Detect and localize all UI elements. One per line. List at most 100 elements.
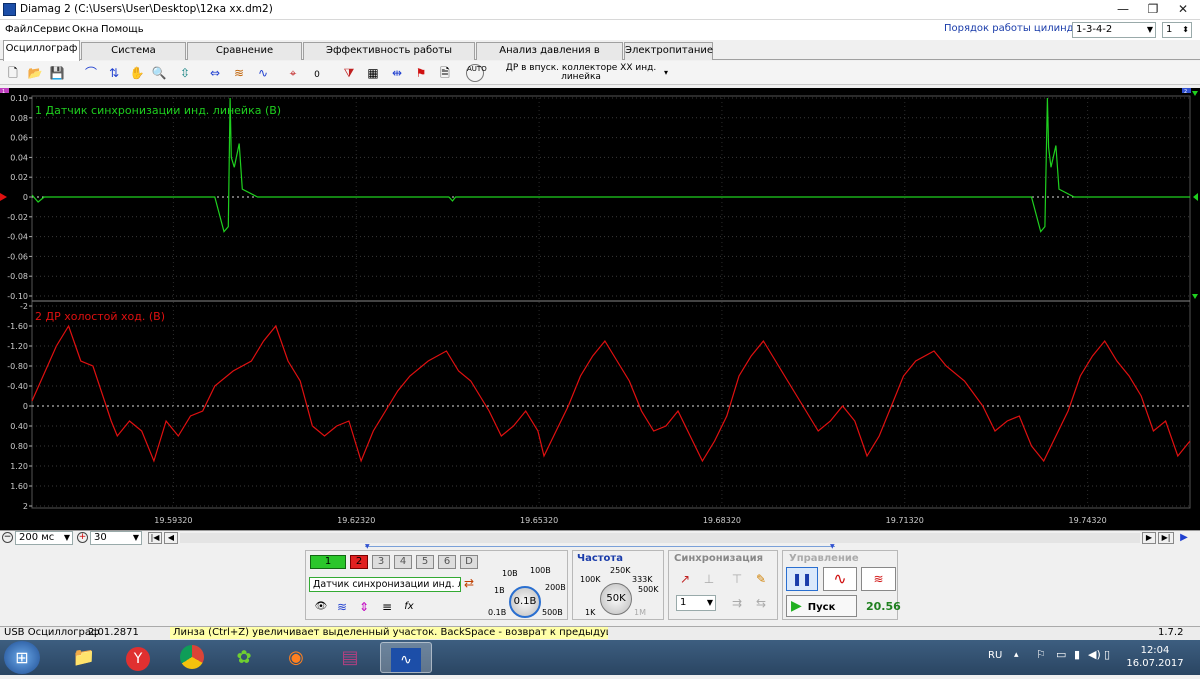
tab-oscilloscope[interactable]: Осциллограф (3, 40, 80, 61)
network-tray-icon[interactable]: ▮ (1074, 648, 1080, 661)
time-scrollbar[interactable] (180, 533, 1140, 543)
device-name: USB Осциллограф (4, 627, 100, 638)
single-sweep-icon[interactable]: ∿ (823, 567, 857, 591)
invert-icon[interactable]: ⇕ (355, 598, 373, 616)
cursor-marker-icon[interactable]: ⇅ (105, 64, 123, 82)
zoom-out-icon[interactable]: − (2, 532, 13, 543)
fit-vertical-icon[interactable]: ⇳ (176, 64, 194, 82)
time-tick-label: 19.65320 (520, 516, 558, 525)
winrar-icon[interactable]: ▤ (324, 642, 376, 673)
continuous-sweep-icon[interactable]: ≋ (861, 567, 896, 591)
channel-settings-icon[interactable]: ⇄ (464, 576, 480, 592)
channel-5-button[interactable]: 5 (416, 555, 434, 569)
channel-d-button[interactable]: D (460, 555, 478, 569)
sync-center-icon[interactable]: ⇆ (752, 594, 770, 612)
firefox-icon[interactable]: ◉ (270, 642, 322, 673)
splitter-right-arrow-icon[interactable]: ▼ (830, 543, 835, 550)
flag-icon[interactable]: ⚑ (412, 64, 430, 82)
tab-pressure-analysis[interactable]: Анализ давления в цилиндре (476, 42, 623, 72)
channel-6-button[interactable]: 6 (438, 555, 456, 569)
menu-service[interactable]: Сервис (33, 24, 70, 35)
flag-tray-icon[interactable]: ⚐ (1036, 648, 1046, 661)
document-icon[interactable]: 🗎 (436, 64, 454, 82)
fit-horizontal-icon[interactable]: ⇔ (206, 64, 224, 82)
grid-icon[interactable]: ▦ (364, 64, 382, 82)
maximize-button[interactable]: ❐ (1138, 0, 1168, 20)
sync-shift-icon[interactable]: ⇉ (728, 594, 746, 612)
zoom-level-select[interactable]: 30 ▼ (90, 531, 142, 545)
sync-auto-icon[interactable]: ✎ (752, 570, 770, 588)
tab-cylinder-efficiency[interactable]: Эффективность работы цилиндров (303, 42, 475, 72)
time-per-div-select[interactable]: 200 мс ▼ (15, 531, 73, 545)
language-indicator[interactable]: RU (988, 650, 1002, 661)
new-file-icon[interactable]: 🗋 (4, 64, 22, 82)
splitter-left-arrow-icon[interactable]: ▼ (365, 543, 370, 550)
channel-name-input[interactable]: Датчик синхронизации инд. ли... (309, 577, 461, 592)
split-icon[interactable]: ⇹ (388, 64, 406, 82)
channel-2-button[interactable]: 2 (350, 555, 368, 569)
cylinder-order-select[interactable]: 1-3-4-2 ▼ (1072, 22, 1156, 38)
close-button[interactable]: ✕ (1168, 0, 1198, 20)
function-icon[interactable]: fx (400, 598, 418, 616)
tab-cylinder-compare[interactable]: Сравнение цилиндров (187, 42, 302, 72)
cylinder-count-stepper[interactable]: 1 ⬍ (1162, 22, 1192, 38)
tab-power[interactable]: Электропитание (624, 42, 713, 60)
minimize-button[interactable]: — (1108, 0, 1138, 20)
filter-icon[interactable]: ⧩ (340, 64, 358, 82)
menu-file[interactable]: Файл (5, 24, 33, 35)
wave-icon[interactable]: ≋ (333, 598, 351, 616)
auto-label: AUTO (467, 65, 487, 73)
zoom-in-icon[interactable]: + (77, 532, 88, 543)
note-icon[interactable]: ⌖ (284, 64, 302, 82)
save-icon[interactable]: 💾 (48, 64, 66, 82)
scroll-right-button[interactable]: ▶ (1142, 532, 1156, 544)
voltage-label-01v: 0.1В (488, 608, 507, 617)
sync-level-down-icon[interactable]: ⊤ (728, 570, 746, 588)
volume-tray-icon[interactable]: ◀) (1088, 648, 1101, 661)
pause-button[interactable]: ❚❚ (786, 567, 818, 591)
zoom-icon[interactable]: 🔍 (150, 64, 168, 82)
channel-3-button[interactable]: 3 (372, 555, 390, 569)
sync-channel-select[interactable]: 1 ▼ (676, 595, 716, 611)
clock[interactable]: 12:04 16.07.2017 (1120, 644, 1190, 670)
tray-expand-icon[interactable]: ▴ (1014, 650, 1019, 660)
voltage-dial[interactable]: 0.1В (509, 586, 541, 618)
eye-icon[interactable]: 👁 (312, 598, 330, 616)
oscilloscope-display[interactable]: 0.10 0.08 0.06 0.04 0.02 0 -0.02 -0.04 -0.06 -0.0… (0, 88, 1200, 530)
scale-zero-icon[interactable]: 0 (308, 64, 326, 82)
voltage-dial-value: 0.1В (513, 596, 537, 607)
channel-4-button[interactable]: 4 (394, 555, 412, 569)
menu-windows[interactable]: Окна (72, 24, 99, 35)
wave-overlay-icon[interactable]: ≋ (230, 64, 248, 82)
battery-tray-icon[interactable]: ▯ (1104, 648, 1110, 661)
sync-level-up-icon[interactable]: ⊥ (700, 570, 718, 588)
tab-ignition[interactable]: Система зажигания (81, 42, 186, 72)
start-button[interactable]: ▶ Пуск (786, 595, 857, 617)
lines-icon[interactable]: ≡ (378, 598, 396, 616)
scroll-left-button[interactable]: ◀ (164, 532, 178, 544)
open-folder-icon[interactable]: 📂 (26, 64, 44, 82)
chrome-icon[interactable] (166, 642, 218, 673)
play-scroll-icon[interactable]: ▶ (1176, 532, 1192, 544)
channel-1-button[interactable]: 1 (310, 555, 346, 569)
auto-icon[interactable]: AUTO (466, 64, 487, 82)
preset-select[interactable]: ДР в впуск. коллекторе ХХ инд. линейка ▾ (490, 63, 672, 83)
voltage-label-1v: 1В (494, 586, 505, 595)
display-tray-icon[interactable]: ▭ (1056, 648, 1066, 661)
scroll-end-button[interactable]: ▶| (1158, 532, 1174, 544)
frequency-dial[interactable]: 50K (600, 583, 632, 615)
yandex-browser-icon[interactable]: Y (112, 642, 164, 673)
wave-compare-icon[interactable]: ∿ (254, 64, 272, 82)
cursor-measure-icon[interactable]: ⌒ (82, 64, 100, 82)
clock-time: 12:04 (1140, 645, 1170, 656)
sync-rising-icon[interactable]: ↗ (676, 570, 694, 588)
icq-icon[interactable]: ✿ (218, 642, 270, 673)
explorer-icon[interactable]: 📁 (58, 642, 110, 673)
time-tick-label: 19.59320 (154, 516, 192, 525)
menu-help[interactable]: Помощь (101, 24, 144, 35)
start-menu-icon[interactable]: ⊞ (4, 641, 40, 674)
freq-label-1k: 1K (585, 608, 596, 617)
diamag-task-icon[interactable]: ∿ (380, 642, 432, 673)
scroll-start-button[interactable]: |◀ (148, 532, 162, 544)
hand-pan-icon[interactable]: ✋ (128, 64, 146, 82)
